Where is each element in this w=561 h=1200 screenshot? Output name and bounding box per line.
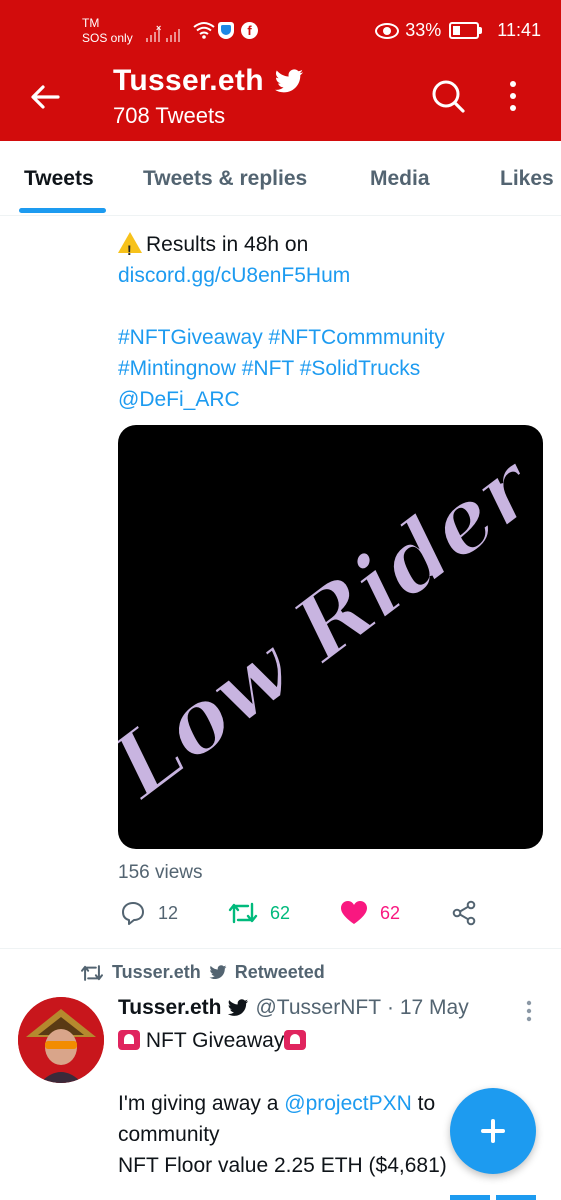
carrier-label: TM	[82, 16, 100, 30]
share-button[interactable]	[451, 900, 477, 926]
profile-tabs: Tweets Tweets & replies Media Likes	[0, 141, 561, 216]
retweet-small-icon	[81, 964, 103, 981]
discord-link[interactable]: discord.gg/cU8enF5Hum	[118, 260, 350, 291]
retweet-icon	[228, 902, 258, 924]
retweeted-action: Retweeted	[234, 962, 325, 982]
low-rider-logo-text: Low Rider	[118, 432, 543, 820]
tweet-more-icon[interactable]	[526, 1000, 532, 1022]
low-rider-logo: Low Rider	[118, 431, 543, 822]
share-icon	[452, 900, 476, 926]
active-tab-indicator	[19, 208, 106, 213]
retweeted-by-user: Tusser.eth	[112, 962, 201, 982]
compose-tweet-button[interactable]	[450, 1088, 536, 1174]
shield-icon	[218, 22, 234, 39]
facebook-icon: f	[241, 22, 258, 39]
tweet2-line-2: I'm giving away a @projectPXN to	[118, 1088, 435, 1119]
view-count: 156 views	[118, 862, 203, 883]
battery-percent: 33%	[405, 20, 442, 40]
reply-count: 12	[158, 902, 179, 923]
retweet-count: 62	[270, 902, 291, 923]
bottom-accent	[450, 1195, 490, 1200]
wifi-icon	[193, 22, 215, 39]
tab-tweets[interactable]: Tweets	[24, 167, 94, 191]
status-carrier: TM SOS only	[82, 16, 133, 46]
avatar[interactable]	[18, 997, 104, 1083]
retweeted-label: Tusser.eth Retweeted	[80, 962, 325, 983]
siren-icon	[118, 1030, 140, 1050]
clock: 11:41	[497, 20, 541, 40]
retweet-button[interactable]: 62	[228, 900, 290, 926]
status-right: 33% 11:41	[375, 20, 541, 41]
tweet2-handle[interactable]: @TusserNFT	[255, 996, 381, 1020]
tweet-divider	[0, 948, 561, 949]
kebab-icon[interactable]	[509, 80, 517, 112]
heart-icon	[341, 901, 367, 924]
siren-icon	[284, 1030, 307, 1050]
profile-name: Tusser.eth	[113, 64, 264, 97]
tweet2-line-3: community	[118, 1123, 220, 1146]
bottom-accent	[496, 1195, 536, 1200]
tab-media[interactable]: Media	[370, 167, 430, 191]
tweet2-date: · 17 May	[387, 996, 469, 1019]
tweet2-line-4: NFT Floor value 2.25 ETH ($4,681)	[118, 1154, 447, 1177]
twitter-bird-icon	[274, 68, 303, 92]
tweet2-giveaway-title: NFT Giveaway	[145, 1029, 285, 1052]
twitter-bird-small-icon	[209, 965, 227, 980]
profile-name-row: Tusser.eth	[113, 64, 304, 98]
tweet2-line-1: NFT Giveaway	[118, 1025, 307, 1056]
tab-tweets-replies[interactable]: Tweets & replies	[143, 167, 307, 191]
tweet2-author-name[interactable]: Tusser.eth	[118, 996, 221, 1020]
profile-header: TM SOS only × f 33% 11:41 Tusser.eth 708…	[0, 0, 561, 141]
reply-icon	[122, 902, 144, 925]
tab-likes[interactable]: Likes	[500, 167, 554, 191]
tweet2-text-post: to	[411, 1092, 436, 1115]
mention-projectpxn[interactable]: @projectPXN	[284, 1092, 412, 1115]
battery-icon	[449, 22, 483, 39]
like-button[interactable]: 62	[340, 900, 400, 926]
sos-label: SOS only	[82, 31, 133, 45]
tweet-actions: 12 62 62	[118, 900, 498, 934]
tweet2-header: Tusser.eth @TusserNFT · 17 May	[118, 996, 469, 1020]
tweet-text-line: Results in 48h on	[118, 229, 309, 266]
search-icon[interactable]	[430, 78, 466, 114]
avatar-image	[18, 997, 104, 1083]
like-count: 62	[380, 902, 401, 923]
tweet-count: 708 Tweets	[113, 103, 226, 128]
tweet-results-text: Results in 48h on	[146, 233, 309, 256]
hashtags-line-2[interactable]: #Mintingnow #NFT #SolidTrucks	[118, 353, 420, 384]
warning-icon	[118, 232, 142, 266]
hashtags-line-1[interactable]: #NFTGiveaway #NFTCommmunity	[118, 322, 445, 353]
tweet2-text-pre: I'm giving away a	[118, 1092, 285, 1115]
signal-icon: ×	[146, 22, 180, 42]
mention-link[interactable]: @DeFi_ARC	[118, 384, 240, 415]
twitter-bird-icon	[228, 999, 249, 1016]
tweet-image[interactable]: Low Rider	[118, 425, 543, 849]
eye-icon	[375, 22, 400, 39]
reply-button[interactable]: 12	[120, 900, 178, 926]
arrow-left-icon[interactable]	[28, 80, 62, 114]
